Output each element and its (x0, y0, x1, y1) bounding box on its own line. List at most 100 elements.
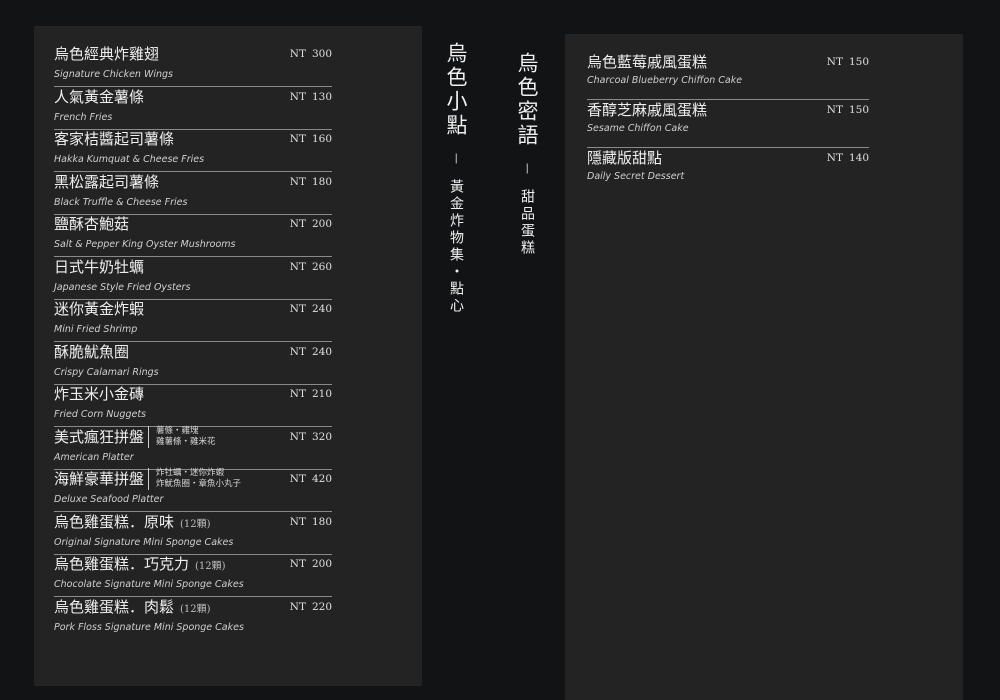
item-name: 日式牛奶牡蠣 (54, 257, 144, 277)
platter-contents: 炸牡蠣・迷你炸蝦 炸魷魚圈・章魚小丸子 (148, 468, 241, 490)
item-name-text: 酥脆魷魚圈 (54, 342, 130, 361)
item-count: (12顆) (195, 561, 226, 572)
item-name-text: 人氣黃金薯條 (54, 87, 145, 106)
price-value: 140 (848, 152, 869, 164)
title-divider: — (450, 153, 463, 165)
snack-menu-panel: 烏色經典炸雞翅 Signature Chicken Wings NT 300 人氣黃金薯… (34, 26, 422, 686)
item-price: NT 300 (290, 48, 332, 60)
currency-label: NT (289, 175, 306, 188)
currency-label: NT (289, 90, 306, 103)
menu-item: 炸玉米小金磚 Fried Corn Nuggets NT 210 (54, 384, 332, 427)
dessert-section-heading: 烏色密語 (515, 52, 539, 148)
currency-label: NT (289, 48, 306, 60)
item-name-text: 炸玉米小金磚 (54, 385, 145, 403)
item-name: 烏色藍莓戚風蛋糕 (587, 52, 707, 72)
dessert-section-subtitle: 甜品蛋糕 (519, 189, 535, 258)
platter-contents-line: 炸牡蠣・迷你炸蝦 (156, 468, 225, 478)
item-name-text: 烏色雞蛋糕．肉鬆 (54, 597, 175, 616)
item-english-name: Original Signature Mini Sponge Cakes (54, 536, 234, 548)
item-price: NT 260 (290, 261, 332, 273)
item-name: 美式瘋狂拼盤 (54, 427, 144, 447)
item-name-text: 海鮮豪華拼盤 (54, 470, 145, 488)
menu-item: 酥脆魷魚圈 Crispy Calamari Rings NT 240 (54, 342, 332, 385)
menu-item: 隱藏版甜點 Daily Secret Dessert NT 140 (587, 148, 869, 195)
item-english-name: Signature Chicken Wings (54, 69, 173, 80)
price-value: 160 (311, 133, 332, 145)
item-name-text: 香醇芝麻戚風蛋糕 (587, 101, 708, 119)
item-english-name: Salt & Pepper King Oyster Mushrooms (54, 239, 236, 250)
currency-label: NT (289, 515, 306, 528)
item-english-name: Hakka Kumquat & Cheese Fries (54, 154, 205, 165)
currency-label: NT (289, 303, 306, 315)
platter-contents-line: 薯條・雞塊 (156, 425, 199, 436)
item-count: (12顆) (180, 603, 211, 615)
menu-item: 烏色藍莓戚風蛋糕 Charcoal Blueberry Chiffon Cake N… (587, 52, 869, 100)
price-value: 240 (311, 303, 332, 315)
menu-item: 烏色雞蛋糕．肉鬆 (12顆) Pork Floss Signature Mini S… (54, 597, 332, 639)
item-name: 烏色雞蛋糕．肉鬆 (12顆) (54, 597, 211, 620)
currency-label: NT (289, 430, 306, 443)
item-name: 人氣黃金薯條 (54, 87, 144, 107)
item-name: 海鮮豪華拼盤 (54, 469, 144, 489)
item-name: 炸玉米小金磚 (54, 384, 144, 404)
platter-contents-line: 炸魷魚圈・章魚小丸子 (156, 479, 242, 489)
item-price: NT 240 (290, 346, 332, 358)
price-value: 210 (311, 388, 332, 400)
menu-item: 人氣黃金薯條 French Fries NT 130 (54, 87, 332, 130)
item-price: NT 200 (290, 218, 332, 230)
price-value: 200 (311, 218, 332, 230)
item-name: 烏色雞蛋糕．原味 (12顆) (54, 512, 211, 535)
item-price: NT 180 (290, 516, 332, 528)
price-value: 150 (848, 104, 869, 116)
title-divider: — (521, 163, 534, 175)
item-price: NT 150 (827, 104, 869, 116)
item-name-text: 黑松露起司薯條 (54, 172, 160, 191)
currency-label: NT (289, 133, 306, 145)
currency-label: NT (289, 260, 306, 273)
price-value: 220 (311, 600, 332, 613)
item-english-name: French Fries (54, 111, 113, 123)
item-name: 客家桔醬起司薯條 (54, 129, 174, 149)
item-english-name: Chocolate Signature Mini Sponge Cakes (54, 579, 244, 590)
price-value: 180 (311, 175, 332, 188)
item-name: 酥脆魷魚圈 (54, 342, 129, 362)
snack-section-subtitle: 黃金炸物集・點心 (448, 179, 464, 316)
platter-contents-line: 雞薯條・雞米花 (156, 436, 216, 447)
currency-label: NT (826, 56, 843, 68)
menu-item: 烏色雞蛋糕．原味 (12顆) Original Signature Mini Spo… (54, 512, 332, 555)
currency-label: NT (289, 345, 306, 358)
price-value: 240 (311, 345, 332, 358)
price-value: 320 (311, 430, 332, 443)
item-english-name: Crispy Calamari Rings (54, 366, 159, 378)
item-english-name: Japanese Style Fried Oysters (54, 281, 191, 293)
item-price: NT 200 (290, 558, 332, 570)
item-english-name: Pork Floss Signature Mini Sponge Cakes (54, 621, 244, 633)
dessert-section-title: 烏色密語 — 甜品蛋糕 (515, 52, 539, 257)
price-value: 180 (311, 515, 332, 528)
item-english-name: Charcoal Blueberry Chiffon Cake (587, 75, 743, 86)
menu-item: 海鮮豪華拼盤 炸牡蠣・迷你炸蝦 炸魷魚圈・章魚小丸子 Deluxe Seafood P… (54, 468, 332, 512)
item-name-text: 烏色經典炸雞翅 (54, 45, 160, 63)
menu-item: 客家桔醬起司薯條 Hakka Kumquat & Cheese Fries NT 16… (54, 129, 332, 172)
item-name-text: 日式牛奶牡蠣 (54, 257, 145, 276)
item-english-name: Daily Secret Dessert (587, 171, 685, 182)
item-name: 烏色經典炸雞翅 (54, 44, 159, 64)
item-name-text: 烏色藍莓戚風蛋糕 (587, 53, 708, 71)
menu-item: 烏色經典炸雞翅 Signature Chicken Wings NT 300 (54, 44, 332, 87)
item-price: NT 130 (290, 91, 332, 103)
item-price: NT 420 (290, 473, 332, 485)
item-price: NT 210 (290, 388, 332, 400)
item-price: NT 240 (290, 303, 332, 315)
currency-label: NT (289, 558, 306, 570)
item-name: 迷你黃金炸蝦 (54, 299, 144, 319)
item-name-text: 鹽酥杏鮑菇 (54, 215, 130, 233)
menu-item: 日式牛奶牡蠣 Japanese Style Fried Oysters NT 260 (54, 257, 332, 300)
dessert-menu-panel: 烏色藍莓戚風蛋糕 Charcoal Blueberry Chiffon Cake N… (565, 34, 963, 700)
price-value: 130 (311, 90, 332, 103)
currency-label: NT (289, 600, 306, 613)
item-english-name: Mini Fried Shrimp (54, 324, 138, 335)
item-name-text: 美式瘋狂拼盤 (54, 427, 145, 446)
price-value: 420 (311, 473, 332, 485)
item-name: 烏色雞蛋糕．巧克力 (12顆) (54, 554, 226, 577)
platter-contents: 薯條・雞塊 雞薯條・雞米花 (148, 425, 216, 448)
